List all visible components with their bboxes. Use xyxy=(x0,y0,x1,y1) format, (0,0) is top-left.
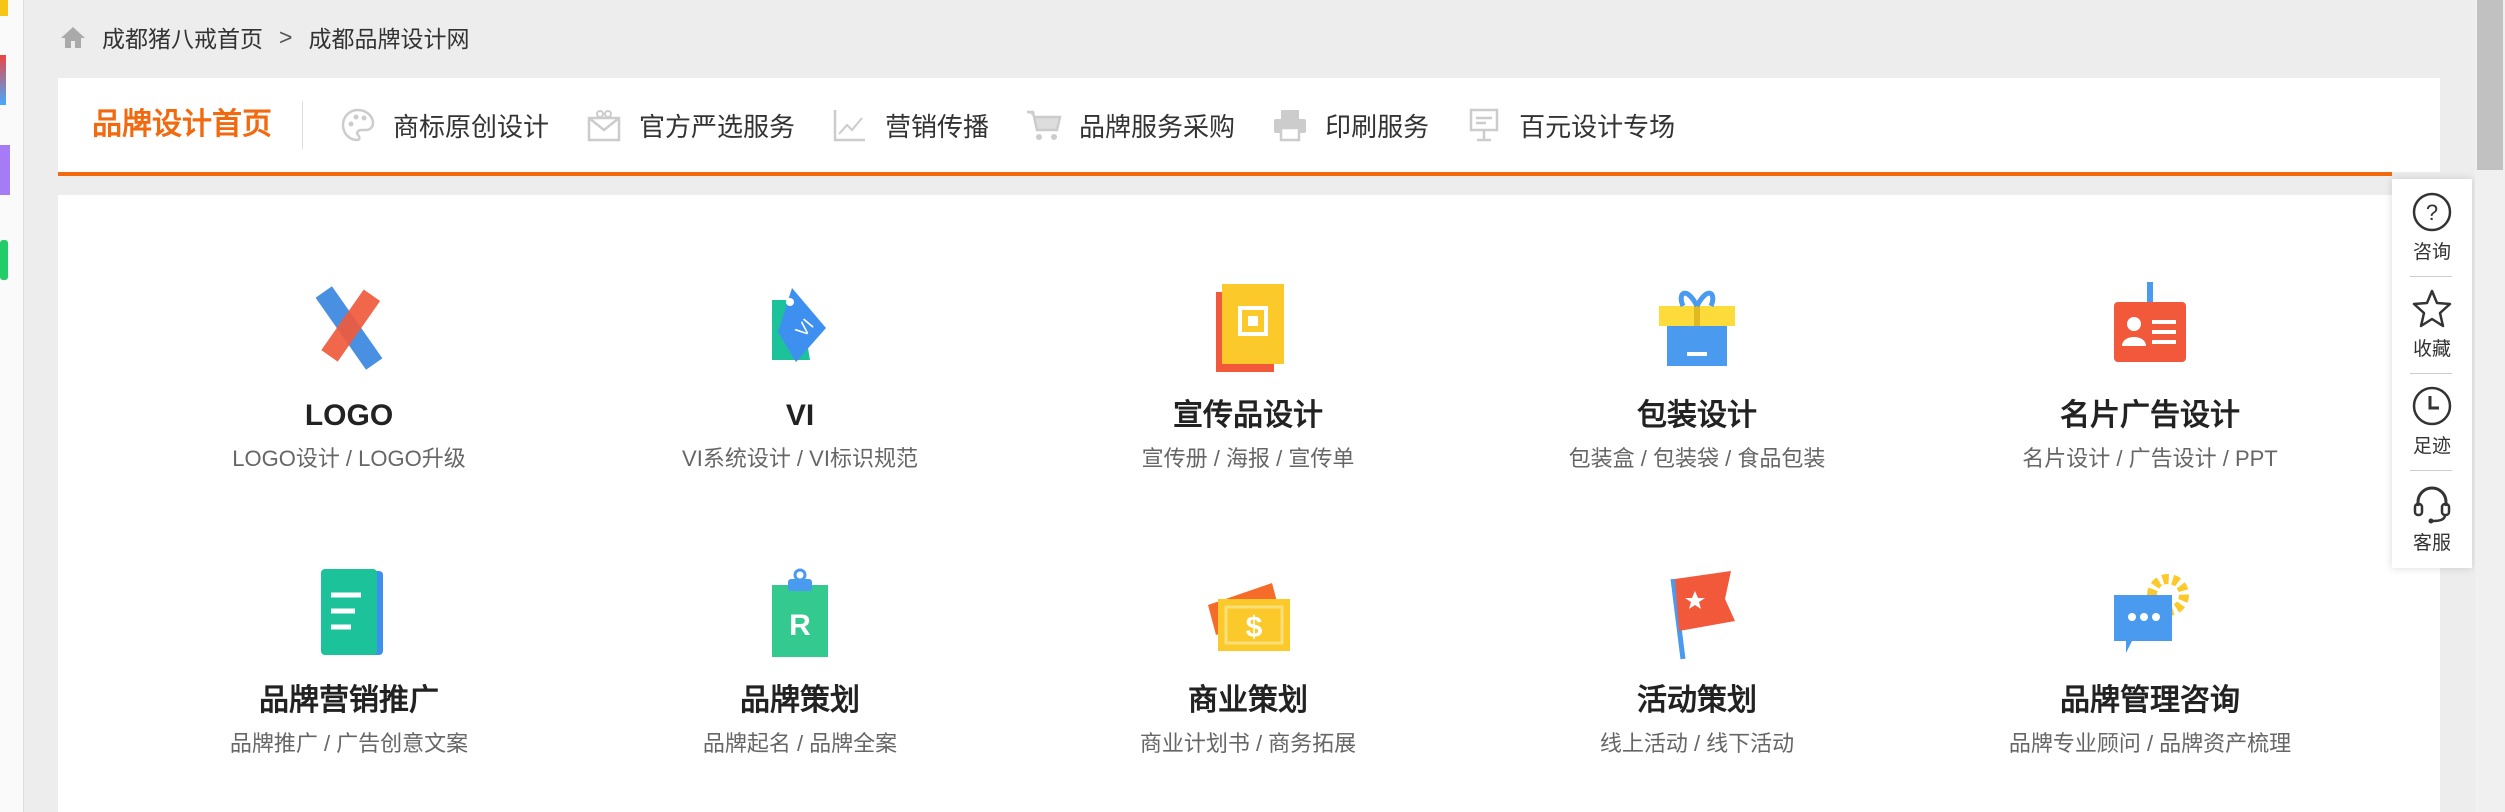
top-nav: 品牌设计首页 商标原创设计 官方严选服务 营销传播 品牌服务采购 印刷服务 百元… xyxy=(58,78,2440,172)
category-logo[interactable]: LOGO LOGO设计 / LOGO升级 xyxy=(139,280,559,472)
nav-item-official[interactable]: 官方严选服务 xyxy=(585,106,795,144)
floating-side-toolbar: ? 咨询 收藏 足迹 客服 xyxy=(2392,179,2472,568)
tag-icon: VI xyxy=(772,288,826,362)
breadcrumb: 成都猪八戒首页 > 成都品牌设计网 xyxy=(60,22,483,52)
nav-item-label: 品牌服务采购 xyxy=(1079,111,1236,142)
category-title: VI xyxy=(785,399,815,432)
category-brand-consulting[interactable]: 品牌管理咨询品牌专业顾问 / 品牌资产梳理 xyxy=(1940,565,2360,757)
category-business-planning[interactable]: $ 商业策划商业计划书 / 商务拓展 xyxy=(1038,565,1458,757)
category-title: 名片广告设计 xyxy=(2060,399,2240,432)
customer-service-button[interactable]: 客服 xyxy=(2392,470,2472,567)
category-brand-planning[interactable]: R 品牌策划品牌起名 / 品牌全案 xyxy=(590,565,1010,757)
category-vi[interactable]: VI VI VI系统设计 / VI标识规范 xyxy=(590,280,1010,472)
envelope-icon xyxy=(587,110,621,142)
category-title: LOGO xyxy=(304,399,394,432)
flag-icon xyxy=(1670,571,1735,660)
category-subtitle: 线上活动 / 线下活动 xyxy=(1599,731,1795,756)
left-app-strip xyxy=(0,0,24,812)
category-grid: LOGO LOGO设计 / LOGO升级 VI VI VI系统设计 / VI标识规范… xyxy=(58,195,2440,812)
palette-icon xyxy=(341,108,375,142)
svg-text:?: ? xyxy=(2426,200,2438,225)
nav-item-trademark[interactable]: 商标原创设计 xyxy=(339,106,549,144)
category-subtitle: LOGO设计 / LOGO升级 xyxy=(232,446,466,471)
breadcrumb-separator: > xyxy=(279,23,293,50)
category-card-ad[interactable]: 名片广告设计名片设计 / 广告设计 / PPT xyxy=(1940,280,2360,472)
gift-box-icon xyxy=(1659,290,1735,366)
flyer-qr-icon xyxy=(1216,284,1284,372)
history-button[interactable]: 足迹 xyxy=(2392,373,2472,470)
category-subtitle: 品牌推广 / 广告创意文案 xyxy=(229,731,469,756)
category-title: 品牌策划 xyxy=(740,684,860,717)
nav-home-title[interactable]: 品牌设计首页 xyxy=(92,101,303,149)
clock-icon xyxy=(2412,386,2452,426)
category-packaging[interactable]: 包装设计包装盒 / 包装袋 / 食品包装 xyxy=(1487,280,1907,472)
breadcrumb-current[interactable]: 成都品牌设计网 xyxy=(308,20,469,54)
category-subtitle: 名片设计 / 广告设计 / PPT xyxy=(2022,446,2278,471)
category-title: 品牌管理咨询 xyxy=(2060,684,2240,717)
id-card-icon xyxy=(2114,282,2186,362)
pencil-ruler-icon xyxy=(315,286,383,370)
side-label: 收藏 xyxy=(2412,339,2451,360)
document-icon xyxy=(321,569,383,655)
category-event-planning[interactable]: 活动策划线上活动 / 线下活动 xyxy=(1487,565,1907,757)
category-title: 包装设计 xyxy=(1637,399,1757,432)
category-title: 活动策划 xyxy=(1637,684,1757,717)
category-subtitle: 品牌起名 / 品牌全案 xyxy=(702,731,898,756)
money-icon: $ xyxy=(1208,583,1290,651)
nav-item-label: 印刷服务 xyxy=(1325,111,1430,142)
headset-icon xyxy=(2413,486,2451,524)
nav-item-procurement[interactable]: 品牌服务采购 xyxy=(1025,106,1235,144)
category-title: 商业策划 xyxy=(1188,684,1308,717)
category-brand-marketing[interactable]: 品牌营销推广品牌推广 / 广告创意文案 xyxy=(139,565,559,757)
nav-item-marketing[interactable]: 营销传播 xyxy=(831,106,989,144)
consult-button[interactable]: ? 咨询 xyxy=(2392,179,2472,276)
line-chart-icon xyxy=(833,110,866,142)
favorite-button[interactable]: 收藏 xyxy=(2392,276,2472,373)
cart-icon xyxy=(1027,110,1062,140)
vertical-scrollbar[interactable] xyxy=(2475,0,2505,812)
nav-item-printing[interactable]: 印刷服务 xyxy=(1271,106,1429,144)
nav-accent-line xyxy=(58,172,2392,176)
chat-gear-icon xyxy=(2114,574,2189,653)
svg-text:$: $ xyxy=(1246,611,1263,644)
side-label: 咨询 xyxy=(2412,242,2451,263)
home-icon[interactable] xyxy=(60,25,86,49)
category-subtitle: 包装盒 / 包装袋 / 食品包装 xyxy=(1568,446,1826,471)
printer-icon xyxy=(1274,110,1307,142)
svg-text:R: R xyxy=(789,609,811,642)
nav-item-label: 营销传播 xyxy=(885,111,990,142)
breadcrumb-home-link[interactable]: 成都猪八戒首页 xyxy=(102,20,263,54)
nav-item-label: 商标原创设计 xyxy=(393,111,550,142)
nav-item-label: 百元设计专场 xyxy=(1519,111,1676,142)
easel-icon xyxy=(1469,108,1499,142)
category-title: 宣传品设计 xyxy=(1173,399,1323,432)
clipboard-r-icon: R xyxy=(772,568,828,657)
side-label: 客服 xyxy=(2412,533,2451,554)
category-subtitle: 品牌专业顾问 / 品牌资产梳理 xyxy=(2008,731,2292,756)
category-subtitle: 宣传册 / 海报 / 宣传单 xyxy=(1141,446,1355,471)
question-icon: ? xyxy=(2412,192,2452,232)
nav-item-label: 官方严选服务 xyxy=(639,111,796,142)
nav-item-budget-design[interactable]: 百元设计专场 xyxy=(1465,106,1675,144)
category-title: 品牌营销推广 xyxy=(259,684,439,717)
scrollbar-thumb[interactable] xyxy=(2477,0,2503,170)
category-promo[interactable]: 宣传品设计宣传册 / 海报 / 宣传单 xyxy=(1038,280,1458,472)
category-subtitle: 商业计划书 / 商务拓展 xyxy=(1139,731,1357,756)
category-subtitle: VI系统设计 / VI标识规范 xyxy=(682,446,918,471)
side-label: 足迹 xyxy=(2412,436,2451,457)
star-icon xyxy=(2412,289,2452,328)
